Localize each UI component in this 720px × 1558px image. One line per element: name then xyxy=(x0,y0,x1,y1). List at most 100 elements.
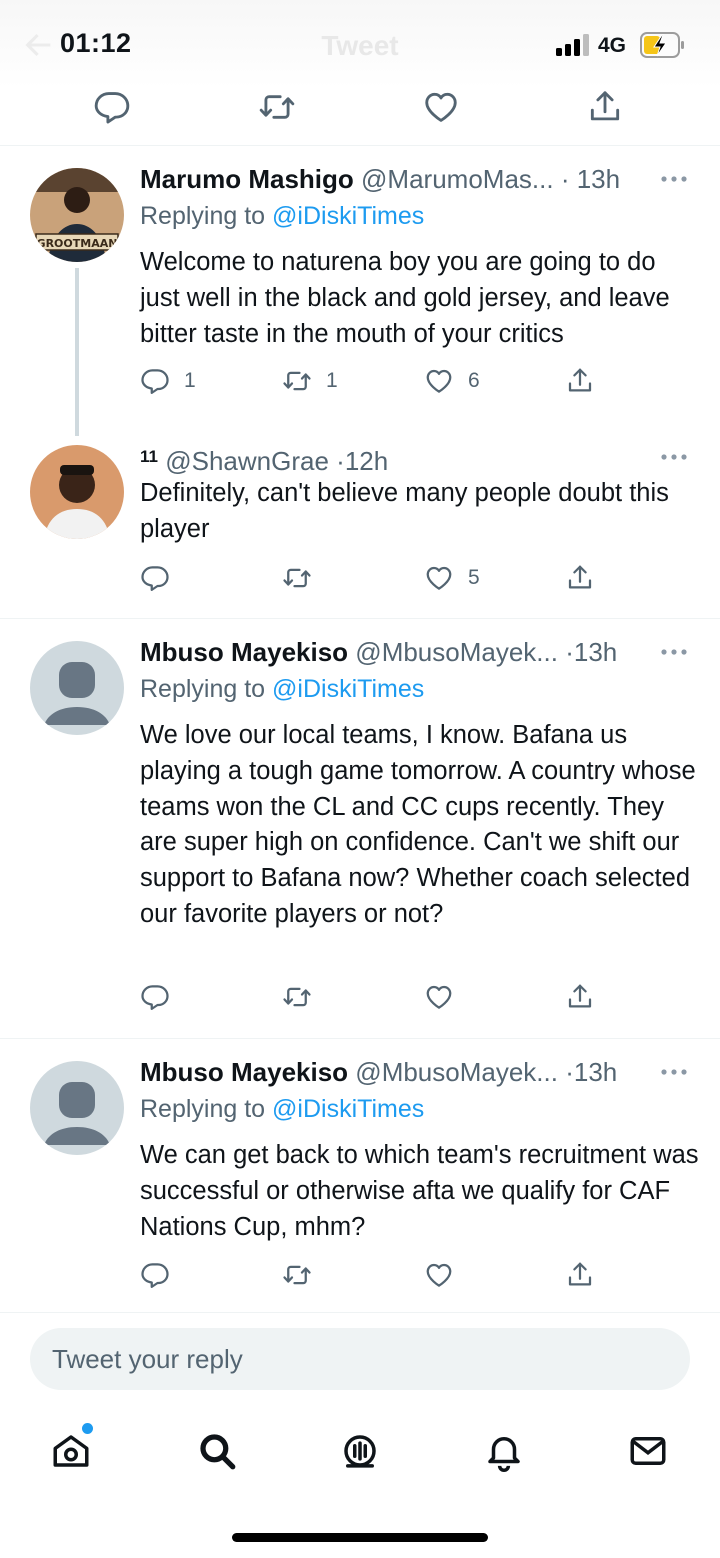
tweet-header: Marumo Mashigo @MarumoMas... · 13h xyxy=(140,164,621,194)
status-time: 01:12 xyxy=(60,28,132,58)
unread-indicator xyxy=(82,1423,93,1434)
author-handle[interactable]: @MbusoMayek... xyxy=(355,1057,558,1087)
tweet-header: Mbuso Mayekiso @MbusoMayek... ·13h xyxy=(140,637,618,667)
retweet-icon xyxy=(282,982,312,1012)
retweet-button[interactable]: 1 xyxy=(282,365,338,397)
author-handle[interactable]: @MarumoMas... xyxy=(361,164,554,194)
replying-to: Replying to @iDiskiTimes xyxy=(140,202,425,230)
reply-count: 1 xyxy=(184,369,196,392)
signal-icon xyxy=(556,34,589,56)
home-icon[interactable] xyxy=(50,1430,92,1472)
like-icon xyxy=(424,563,454,593)
share-icon xyxy=(565,1260,595,1290)
more-options-icon[interactable] xyxy=(660,175,688,183)
reply-icon xyxy=(140,1260,170,1290)
retweet-button[interactable] xyxy=(282,981,326,1013)
tweet-time: 12h xyxy=(344,446,389,476)
author-name[interactable]: Marumo Mashigo xyxy=(140,164,354,194)
reply-icon[interactable] xyxy=(93,88,131,126)
retweet-icon xyxy=(282,1260,312,1290)
messages-icon[interactable] xyxy=(627,1430,669,1472)
tweet-time: 13h xyxy=(573,1057,618,1087)
author-name[interactable]: 11 xyxy=(140,447,158,466)
retweet-button[interactable] xyxy=(282,562,326,594)
like-icon xyxy=(424,366,454,396)
user-placeholder-icon xyxy=(30,1061,124,1155)
retweet-icon xyxy=(282,563,312,593)
search-icon[interactable] xyxy=(196,1430,238,1472)
more-options-icon[interactable] xyxy=(660,453,688,461)
tab-bar xyxy=(0,1410,720,1500)
share-button[interactable] xyxy=(565,562,595,594)
reply-icon xyxy=(140,563,170,593)
tweet-text: We can get back to which team's recruitm… xyxy=(140,1141,699,1241)
tweet-text: Definitely, can't believe many people do… xyxy=(140,479,669,543)
tweet-text: Welcome to naturena boy you are going to… xyxy=(140,248,670,348)
like-button[interactable] xyxy=(424,981,468,1013)
like-count: 5 xyxy=(468,566,480,589)
author-name[interactable]: Mbuso Mayekiso xyxy=(140,637,348,667)
replying-to-link[interactable]: @iDiskiTimes xyxy=(272,202,424,230)
retweet-icon xyxy=(282,366,312,396)
tweet-header: Mbuso Mayekiso @MbusoMayek... ·13h xyxy=(140,1057,618,1087)
share-icon xyxy=(565,563,595,593)
tweet[interactable]: 11 @ShawnGrae ·12h Definitely, can't bel… xyxy=(0,426,720,619)
replying-to: Replying to @iDiskiTimes xyxy=(140,1095,425,1123)
notifications-icon[interactable] xyxy=(483,1430,525,1472)
reply-button[interactable] xyxy=(140,1259,184,1291)
reply-icon xyxy=(140,982,170,1012)
share-icon[interactable] xyxy=(586,88,624,126)
reply-placeholder: Tweet your reply xyxy=(52,1344,243,1374)
share-icon xyxy=(565,366,595,396)
share-button[interactable] xyxy=(565,981,595,1013)
like-count: 6 xyxy=(468,369,480,392)
retweet-icon[interactable] xyxy=(258,88,296,126)
user-placeholder-icon xyxy=(30,641,124,735)
like-icon xyxy=(424,982,454,1012)
tweet-text: We love our local teams, I know. Bafana … xyxy=(140,721,696,928)
replying-to: Replying to @iDiskiTimes xyxy=(140,675,425,703)
avatar-caption: GROOTMAAN xyxy=(37,237,118,250)
author-handle[interactable]: @MbusoMayek... xyxy=(355,637,558,667)
like-button[interactable]: 6 xyxy=(424,365,480,397)
reply-icon xyxy=(140,366,170,396)
default-avatar[interactable] xyxy=(30,1061,124,1155)
more-options-icon[interactable] xyxy=(660,1068,688,1076)
author-name[interactable]: Mbuso Mayekiso xyxy=(140,1057,348,1087)
tweet[interactable]: Mbuso Mayekiso @MbusoMayek... ·13h Reply… xyxy=(0,619,720,1039)
status-bar: Tweet 01:12 4G xyxy=(0,0,720,88)
battery-charging-icon xyxy=(640,32,684,58)
reply-button[interactable]: 1 xyxy=(140,365,196,397)
avatar[interactable]: GROOTMAAN xyxy=(30,168,124,262)
replying-to-link[interactable]: @iDiskiTimes xyxy=(272,1095,424,1123)
share-icon xyxy=(565,982,595,1012)
avatar-photo: GROOTMAAN xyxy=(30,168,124,262)
thread-line xyxy=(75,268,79,436)
share-button[interactable] xyxy=(565,365,595,397)
reply-button[interactable] xyxy=(140,981,184,1013)
reply-input[interactable]: Tweet your reply xyxy=(30,1328,690,1390)
home-indicator[interactable] xyxy=(232,1533,488,1542)
main-tweet-actions xyxy=(0,88,720,146)
tweet-header: 11 @ShawnGrae ·12h xyxy=(140,446,389,476)
tweet-time: 13h xyxy=(573,637,618,667)
spaces-icon[interactable] xyxy=(339,1430,381,1472)
reply-button[interactable] xyxy=(140,562,184,594)
author-handle[interactable]: @ShawnGrae xyxy=(165,446,329,476)
tweet[interactable]: Mbuso Mayekiso @MbusoMayek... ·13h Reply… xyxy=(0,1039,720,1313)
avatar-photo xyxy=(30,445,124,539)
like-icon xyxy=(424,1260,454,1290)
retweet-button[interactable] xyxy=(282,1259,326,1291)
retweet-count: 1 xyxy=(326,369,338,392)
replying-to-link[interactable]: @iDiskiTimes xyxy=(272,675,424,703)
more-options-icon[interactable] xyxy=(660,648,688,656)
default-avatar[interactable] xyxy=(30,641,124,735)
like-button[interactable] xyxy=(424,1259,468,1291)
like-icon[interactable] xyxy=(422,88,460,126)
like-button[interactable]: 5 xyxy=(424,562,480,594)
tweet[interactable]: GROOTMAAN Marumo Mashigo @MarumoMas... ·… xyxy=(0,146,720,436)
share-button[interactable] xyxy=(565,1259,595,1291)
network-label: 4G xyxy=(598,34,627,57)
tweet-time: 13h xyxy=(576,164,621,194)
avatar[interactable] xyxy=(30,445,124,539)
